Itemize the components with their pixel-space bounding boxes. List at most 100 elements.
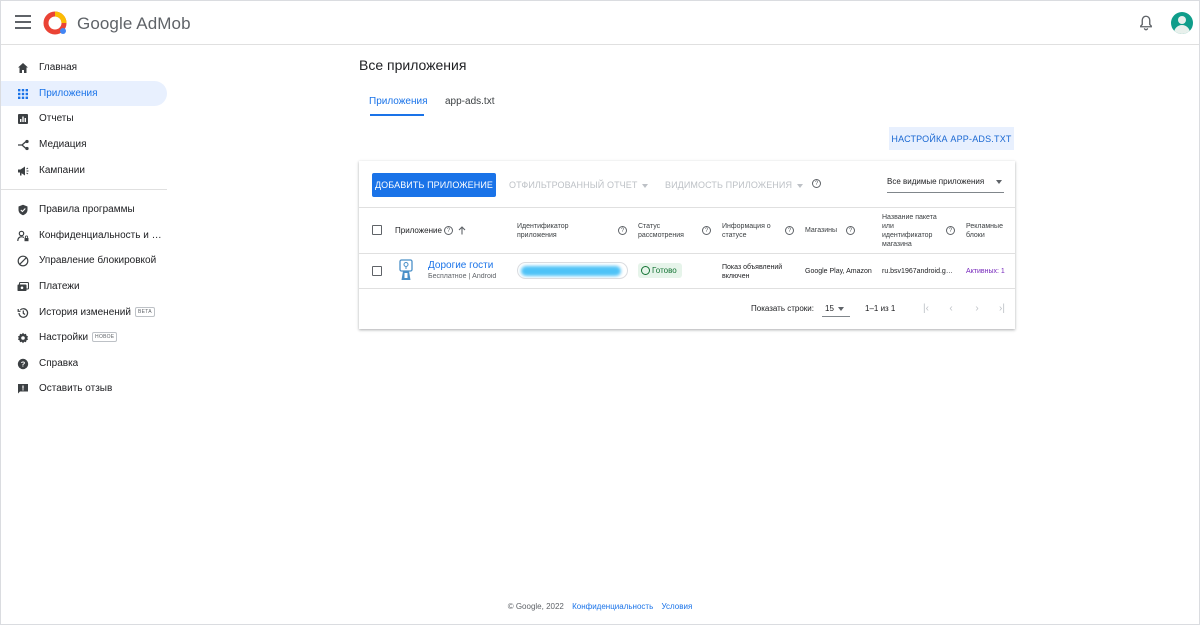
sidebar-item-text: Настройки [39, 332, 89, 343]
payments-icon [17, 281, 29, 293]
admob-logo[interactable] [43, 11, 67, 35]
column-header-ad-units: Рекламные блоки [966, 223, 1003, 239]
rows-per-page-underline [822, 316, 850, 317]
visibility-filter-select[interactable]: Все видимые приложения [887, 173, 1004, 193]
stores-cell: Google Play, Amazon [805, 268, 872, 275]
filtered-report-button: ОТФИЛЬТРОВАННЫЙ ОТЧЕТ [509, 180, 649, 190]
sidebar-item-policies[interactable]: Правила программы [1, 197, 167, 222]
app-name-link[interactable]: Дорогие гости [428, 260, 493, 271]
sidebar-item-label: Отчеты [39, 113, 74, 124]
tab-apps[interactable]: Приложения [369, 96, 428, 107]
visibility-filter-value: Все видимые приложения [887, 177, 985, 186]
sidebar-item-label: Справка [39, 358, 79, 369]
status-info-cell: Показ объявлений включен [722, 264, 783, 280]
sidebar-item-label: Управление блокировкой [39, 255, 157, 266]
ad-units-link[interactable]: Активных: 1 [966, 267, 1014, 276]
account-avatar[interactable] [1171, 12, 1193, 34]
sort-arrow-up-icon[interactable] [458, 226, 466, 235]
shield-icon [17, 204, 29, 216]
app-icon [399, 259, 413, 280]
reports-icon [17, 113, 29, 125]
sidebar-item-label: Медиация [39, 139, 87, 150]
tab-app-ads-txt[interactable]: app-ads.txt [445, 96, 494, 107]
feedback-icon [17, 383, 29, 395]
top-app-bar: Google AdMob [1, 1, 1199, 45]
rows-per-page-select[interactable]: 15 [825, 304, 849, 313]
footer: © Google, 2022 Конфиденциальность Услови… [1, 602, 1199, 611]
pagination-range: 1–1 из 1 [865, 304, 896, 313]
sidebar-item-label: Правила программы [39, 204, 135, 215]
sidebar-divider [1, 189, 167, 190]
column-header-app[interactable]: Приложение [395, 226, 442, 235]
column-header-review-status: Статус рассмотрения [638, 223, 684, 239]
sidebar-item-campaigns[interactable]: Кампании [1, 158, 167, 183]
campaign-icon [17, 165, 29, 177]
sidebar-item-label: Главная [39, 62, 78, 73]
new-badge: НОВОЕ [92, 332, 118, 343]
sidebar-item-payments[interactable]: Платежи [1, 274, 167, 299]
package-cell: ru.bsv1967android.guests [882, 268, 954, 275]
help-icon[interactable]: ? [444, 226, 453, 235]
first-page-icon[interactable]: |‹ [920, 303, 932, 315]
sidebar-item-privacy[interactable]: Конфиденциальность и сообщения [1, 223, 167, 248]
active-tab-indicator [370, 114, 424, 116]
sidebar-item-change-history[interactable]: История изменений BETA [1, 300, 167, 325]
help-icon: ? [17, 358, 29, 370]
apps-grid-icon [17, 88, 29, 100]
help-icon[interactable]: ? [702, 226, 711, 235]
privacy-icon [17, 230, 29, 242]
help-icon[interactable]: ? [785, 226, 794, 235]
beta-badge: BETA [134, 307, 155, 318]
sidebar-item-label: История изменений BETA [39, 307, 155, 318]
apps-table-card: ДОБАВИТЬ ПРИЛОЖЕНИЕ ОТФИЛЬТРОВАННЫЙ ОТЧЕ… [359, 161, 1015, 329]
page-title: Все приложения [359, 57, 467, 73]
block-icon [17, 255, 29, 267]
settings-icon [17, 332, 29, 344]
row-checkbox[interactable] [372, 266, 382, 276]
check-circle-icon [641, 266, 650, 275]
previous-page-icon[interactable]: ‹ [945, 303, 957, 315]
chevron-down-icon [642, 183, 649, 188]
sidebar-item-help[interactable]: ? Справка [1, 351, 167, 376]
add-app-button[interactable]: ДОБАВИТЬ ПРИЛОЖЕНИЕ [372, 173, 496, 197]
status-badge: Готово [638, 263, 682, 278]
sidebar-item-text: История изменений [39, 307, 131, 318]
sidebar-item-settings[interactable]: Настройки НОВОЕ [1, 325, 167, 350]
history-icon [17, 307, 29, 319]
footer-copyright: © Google, 2022 [507, 602, 564, 611]
last-page-icon[interactable]: ›| [996, 303, 1008, 315]
help-icon[interactable]: ? [846, 226, 855, 235]
notifications-bell-icon[interactable] [1137, 14, 1155, 32]
app-visibility-button: ВИДИМОСТЬ ПРИЛОЖЕНИЯ [665, 180, 804, 190]
redacted-app-id [521, 266, 621, 276]
brand-name: Google AdMob [77, 14, 191, 33]
app-visibility-label: ВИДИМОСТЬ ПРИЛОЖЕНИЯ [665, 180, 793, 190]
svg-text:?: ? [21, 359, 26, 368]
sidebar-item-feedback[interactable]: Оставить отзыв [1, 376, 167, 401]
chevron-down-icon [996, 180, 1002, 184]
table-divider [359, 207, 1015, 208]
help-icon[interactable]: ? [812, 179, 821, 188]
sidebar-item-mediation[interactable]: Медиация [1, 132, 167, 157]
menu-icon[interactable] [15, 15, 31, 29]
sidebar-item-home[interactable]: Главная [1, 55, 167, 80]
sidebar-item-label: Конфиденциальность и сообщения [39, 230, 163, 241]
select-all-checkbox[interactable] [372, 225, 382, 235]
footer-terms-link[interactable]: Условия [661, 602, 692, 611]
app-platform: Бесплатное | Android [428, 273, 497, 280]
setup-app-ads-txt-button[interactable]: НАСТРОЙКА APP-ADS.TXT [889, 127, 1014, 150]
home-icon [17, 62, 29, 74]
sidebar-item-reports[interactable]: Отчеты [1, 106, 167, 131]
next-page-icon[interactable]: › [971, 303, 983, 315]
help-icon[interactable]: ? [946, 226, 955, 235]
table-divider [359, 253, 1015, 254]
sidebar-nav: Главная Приложения Отчеты Медиация Кампа… [1, 46, 171, 625]
mediation-icon [17, 139, 29, 151]
footer-privacy-link[interactable]: Конфиденциальность [572, 602, 653, 611]
help-icon[interactable]: ? [618, 226, 627, 235]
sidebar-item-blocking[interactable]: Управление блокировкой [1, 248, 167, 273]
sidebar-item-apps[interactable]: Приложения [1, 81, 167, 106]
sidebar-item-label: Кампании [39, 165, 85, 176]
sidebar-item-label: Оставить отзыв [39, 383, 113, 394]
app-id-chip[interactable] [517, 262, 628, 279]
